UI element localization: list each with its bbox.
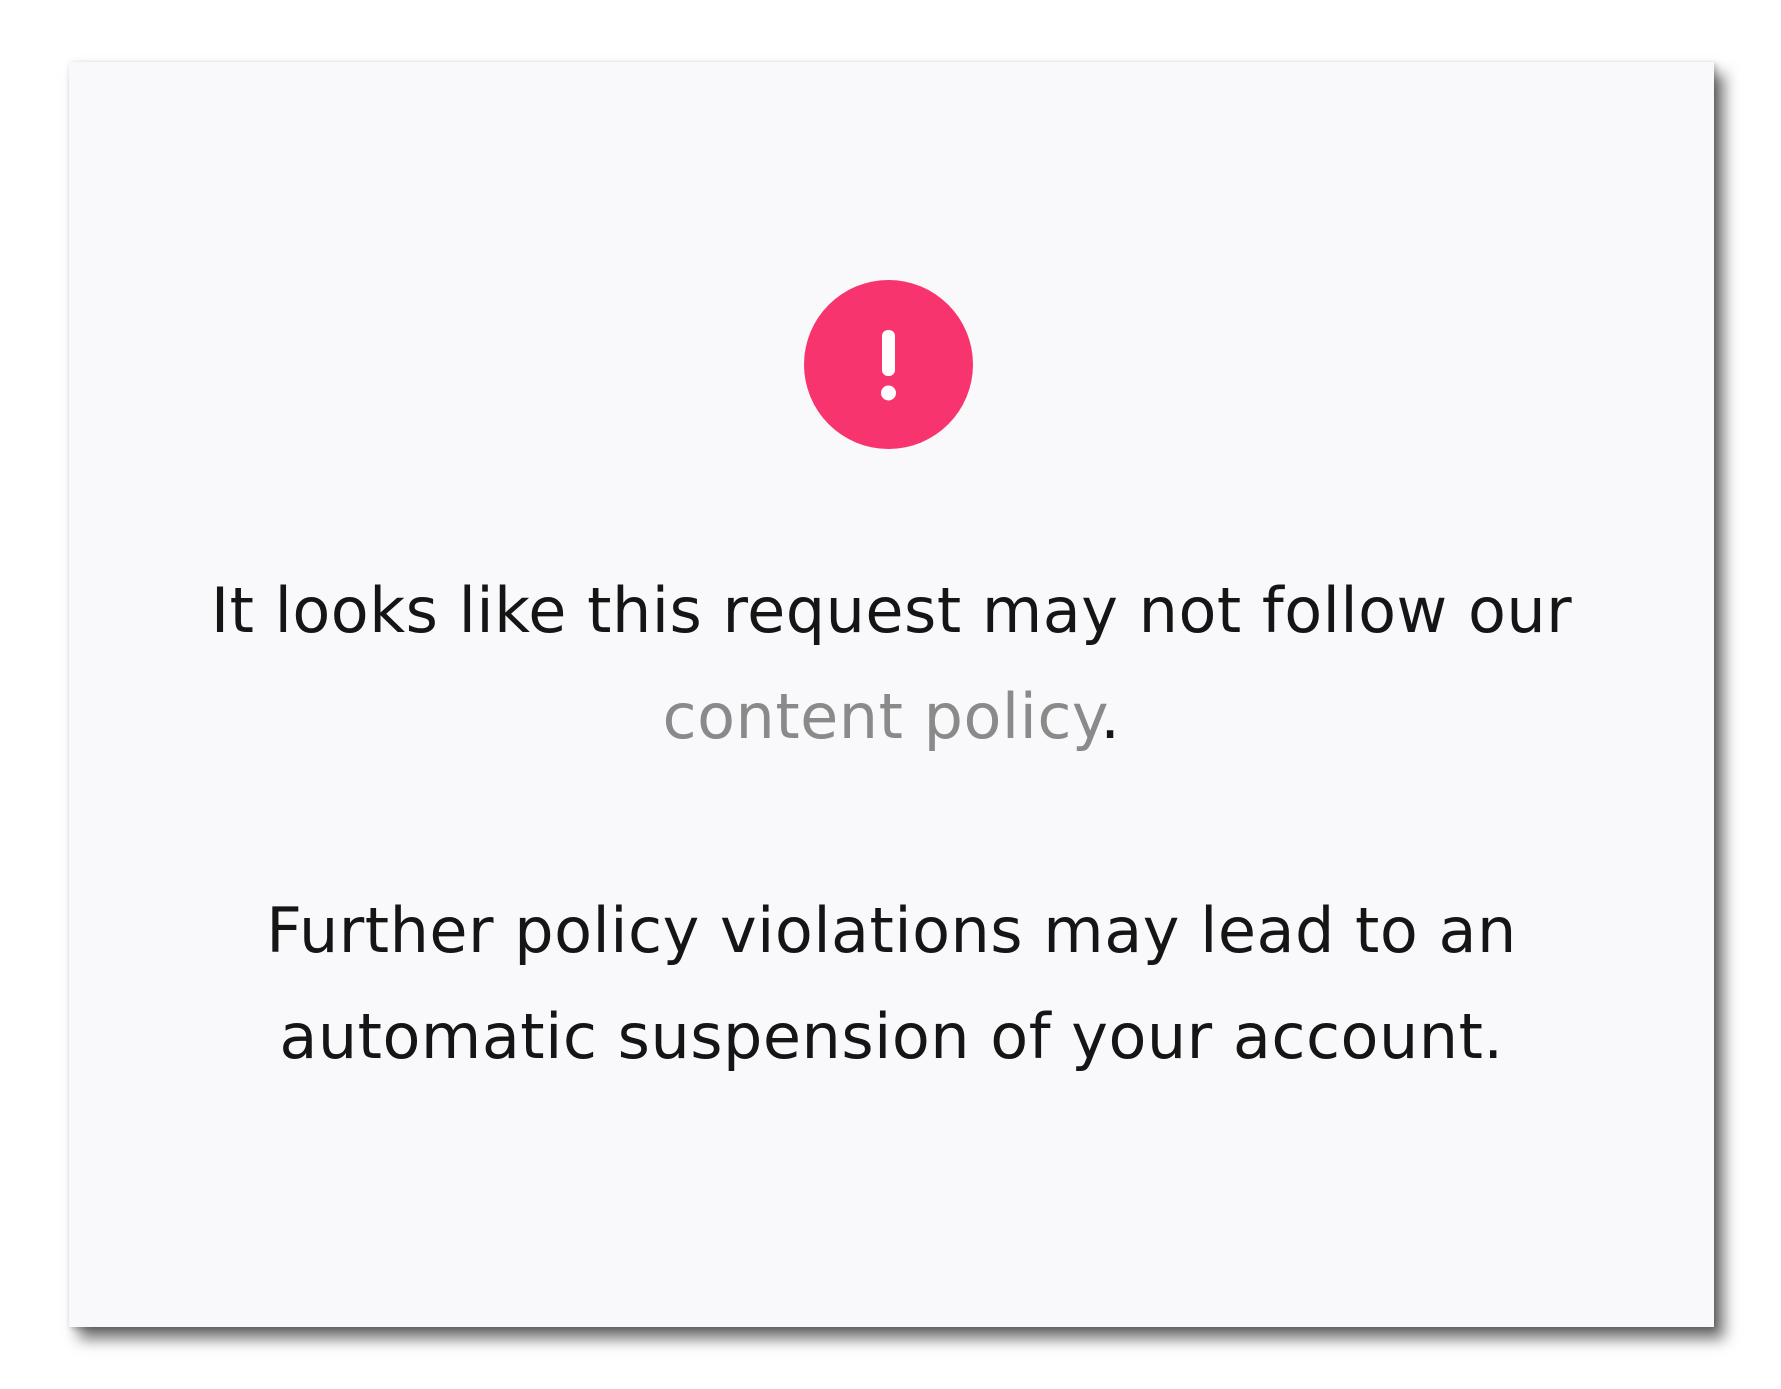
suspension-warning-line-2: automatic suspension of your account. [279, 1000, 1504, 1073]
policy-notice-line-2: content policy. [69, 664, 1714, 770]
content-policy-link[interactable]: content policy [663, 680, 1101, 753]
policy-notice-period: . [1100, 680, 1121, 753]
suspension-warning: Further policy violations may lead to an… [69, 878, 1714, 1090]
suspension-warning-line-1: Further policy violations may lead to an [266, 894, 1517, 967]
exclamation-circle-icon [804, 280, 973, 449]
policy-notice-line-1: It looks like this request may not follo… [210, 574, 1573, 647]
policy-notice: It looks like this request may not follo… [69, 558, 1714, 770]
content-policy-dialog: It looks like this request may not follo… [69, 62, 1714, 1327]
